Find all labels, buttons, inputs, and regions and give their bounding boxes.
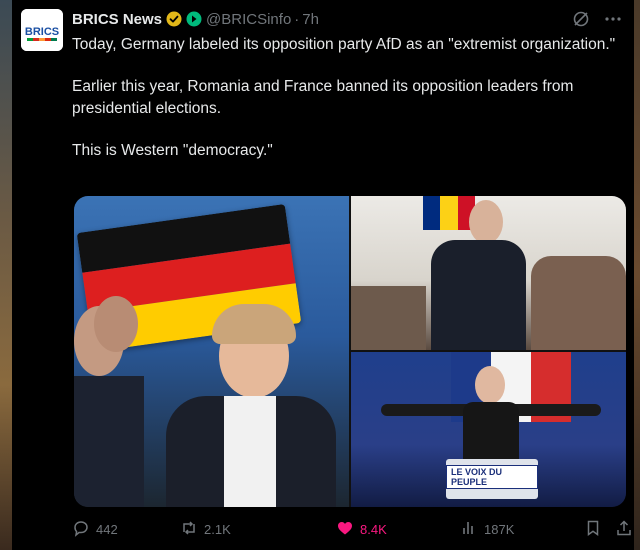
crowd-left xyxy=(351,286,426,350)
tweet-text: Today, Germany labeled its opposition pa… xyxy=(72,34,617,182)
podium-sign: LE VOIX DU PEUPLE xyxy=(446,465,538,489)
verified-badge-icon[interactable] xyxy=(166,11,182,27)
post-time[interactable]: 7h xyxy=(302,11,319,28)
views-button[interactable]: 187K xyxy=(460,519,514,540)
account-handle[interactable]: @BRICSinfo xyxy=(206,11,291,28)
like-icon xyxy=(336,519,354,540)
tweet-paragraph-2: Earlier this year, Romania and France ba… xyxy=(72,78,574,117)
romanian-flag xyxy=(423,196,475,230)
top-actions xyxy=(572,10,622,33)
views-icon xyxy=(460,519,478,540)
like-button[interactable]: 8.4K xyxy=(336,519,387,540)
tweet-header: BRICS News @BRICSinfo · 7h xyxy=(72,9,319,29)
avatar[interactable]: BRICS xyxy=(21,9,63,51)
reply-count: 442 xyxy=(96,522,118,537)
separator: · xyxy=(294,10,300,28)
photographers xyxy=(531,256,626,350)
tweet-paragraph-3: This is Western "democracy." xyxy=(72,142,273,159)
like-count: 8.4K xyxy=(360,522,387,537)
action-bar: 442 2.1K 8.4K 187K xyxy=(72,519,631,543)
bookmark-button[interactable] xyxy=(584,519,602,540)
repost-button[interactable]: 2.1K xyxy=(180,519,231,540)
share-button[interactable] xyxy=(615,519,633,540)
candidate-face xyxy=(469,200,503,244)
account-name[interactable]: BRICS News xyxy=(72,11,162,28)
podium: LE VOIX DU PEUPLE xyxy=(446,459,538,499)
grok-icon[interactable] xyxy=(572,10,590,33)
speaker-face xyxy=(475,366,505,404)
tweet-card[interactable]: BRICS BRICS News @BRICSinfo · 7h Today, … xyxy=(12,0,634,550)
tweet-paragraph-1: Today, Germany labeled its opposition pa… xyxy=(72,36,616,53)
photo-france-rally[interactable]: LE VOIX DU PEUPLE xyxy=(351,352,626,507)
candidate-suit xyxy=(431,240,526,350)
man-glasses-face xyxy=(94,296,138,352)
more-icon[interactable] xyxy=(604,10,622,33)
repost-icon xyxy=(180,519,198,540)
woman-hair xyxy=(212,304,296,344)
media-grid: LE VOIX DU PEUPLE xyxy=(74,196,626,507)
views-count: 187K xyxy=(484,522,515,537)
share-icon xyxy=(615,519,633,540)
reply-button[interactable]: 442 xyxy=(72,519,118,540)
affiliate-badge-icon[interactable] xyxy=(186,11,202,27)
avatar-text: BRICS xyxy=(25,26,59,38)
woman-shirt xyxy=(224,396,276,507)
speaker-body xyxy=(463,402,519,462)
repost-count: 2.1K xyxy=(204,522,231,537)
photo-german-flag-rally[interactable] xyxy=(74,196,349,507)
photo-romania-candidate[interactable] xyxy=(351,196,626,350)
brics-logo: BRICS xyxy=(21,9,63,51)
bookmark-icon xyxy=(584,519,602,540)
reply-icon xyxy=(72,519,90,540)
man-left-suit xyxy=(74,376,144,507)
